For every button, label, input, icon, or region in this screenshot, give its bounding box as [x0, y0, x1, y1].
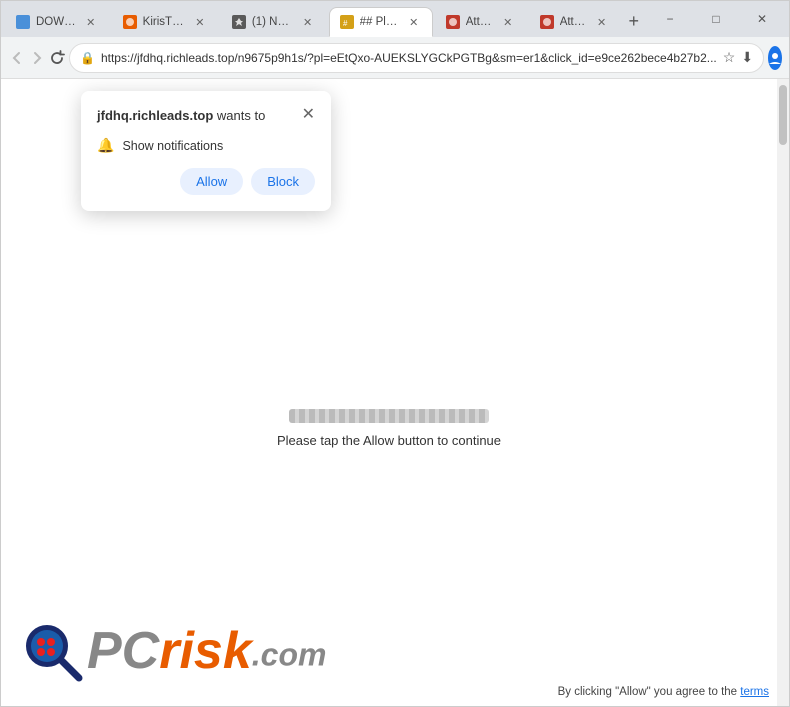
bell-icon: 🔔: [97, 137, 114, 154]
tab-close-sharp[interactable]: ✕: [406, 14, 422, 30]
terms-text: By clicking "Allow" you agree to the: [558, 686, 741, 698]
bottom-terms: By clicking "Allow" you agree to the ter…: [558, 686, 769, 698]
block-button[interactable]: Block: [251, 168, 315, 195]
window-controls: − □ ✕: [647, 5, 785, 33]
new-tab-button[interactable]: +: [623, 7, 645, 35]
tab-attention2[interactable]: Attention ✕: [529, 7, 621, 37]
allow-button[interactable]: Allow: [180, 168, 243, 195]
tab-sharp[interactable]: # ## Please... ✕: [329, 7, 433, 37]
tab-kiris[interactable]: KirisTV De... ✕: [112, 7, 219, 37]
browser-window: DOWNLO... ✕ KirisTV De... ✕ (1) New M...…: [0, 0, 790, 707]
tab-attention1[interactable]: Attention ✕: [435, 7, 527, 37]
page-content: jfdhq.richleads.top wants to ✕ 🔔 Show no…: [1, 79, 789, 706]
tab-favicon-attention2: [540, 15, 554, 29]
pcrisk-text: PCrisk.com: [87, 625, 326, 677]
progress-bar-fill: [289, 409, 489, 423]
popup-title: jfdhq.richleads.top wants to: [97, 107, 265, 125]
tab-favicon-attention1: [446, 15, 460, 29]
popup-buttons: Allow Block: [97, 168, 315, 195]
address-text: https://jfdhq.richleads.top/n9675p9h1s/?…: [101, 51, 717, 65]
profile-button[interactable]: [768, 46, 782, 70]
bookmark-icon[interactable]: ☆: [723, 49, 736, 66]
tab-label-download: DOWNLO...: [36, 16, 77, 28]
minimize-button[interactable]: −: [647, 5, 693, 33]
tab-label-newm: (1) New M...: [252, 16, 294, 28]
popup-header: jfdhq.richleads.top wants to ✕: [97, 107, 315, 125]
tap-message: Please tap the Allow button to continue: [277, 433, 501, 448]
maximize-button[interactable]: □: [693, 5, 739, 33]
pcrisk-icon: [21, 620, 83, 682]
tab-favicon-newm: [232, 15, 246, 29]
forward-button[interactable]: [29, 42, 45, 74]
scrollbar[interactable]: [777, 79, 789, 706]
popup-site-name: jfdhq.richleads.top: [97, 108, 213, 123]
tab-close-attention2[interactable]: ✕: [594, 14, 610, 30]
tab-bar: DOWNLO... ✕ KirisTV De... ✕ (1) New M...…: [1, 1, 789, 37]
svg-text:#: #: [343, 19, 348, 27]
popup-notification-row: 🔔 Show notifications: [97, 137, 315, 154]
tab-close-newm[interactable]: ✕: [300, 14, 316, 30]
tab-close-kiris[interactable]: ✕: [192, 14, 208, 30]
notification-popup: jfdhq.richleads.top wants to ✕ 🔔 Show no…: [81, 91, 331, 211]
popup-title-suffix: wants to: [213, 108, 265, 123]
address-bar[interactable]: 🔒 https://jfdhq.richleads.top/n9675p9h1s…: [69, 43, 764, 73]
tab-label-kiris: KirisTV De...: [143, 16, 186, 28]
tab-close-download[interactable]: ✕: [83, 14, 99, 30]
close-button[interactable]: ✕: [739, 5, 785, 33]
tab-favicon-sharp: #: [340, 15, 354, 29]
tab-newm[interactable]: (1) New M... ✕: [221, 7, 327, 37]
pcrisk-logo: PCrisk.com: [21, 620, 326, 682]
scroll-thumb[interactable]: [779, 85, 787, 145]
lock-icon: 🔒: [80, 51, 95, 65]
toolbar: 🔒 https://jfdhq.richleads.top/n9675p9h1s…: [1, 37, 789, 79]
extensions-button[interactable]: ⋮: [786, 42, 790, 74]
tab-label-attention2: Attention: [560, 16, 588, 28]
progress-bar: [289, 409, 489, 423]
download-icon[interactable]: ⬇: [741, 49, 753, 66]
tab-favicon-download: [16, 15, 30, 29]
tab-close-attention1[interactable]: ✕: [500, 14, 516, 30]
popup-notification-label: Show notifications: [122, 139, 223, 153]
terms-link[interactable]: terms: [740, 686, 769, 698]
tab-label-attention1: Attention: [466, 16, 494, 28]
tab-download[interactable]: DOWNLO... ✕: [5, 7, 110, 37]
tab-favicon-kiris: [123, 15, 137, 29]
pcrisk-pc: PCrisk.com: [87, 622, 326, 680]
popup-close-button[interactable]: ✕: [302, 107, 315, 123]
back-button[interactable]: [9, 42, 25, 74]
refresh-button[interactable]: [49, 42, 65, 74]
tab-label-sharp: ## Please...: [360, 16, 400, 28]
